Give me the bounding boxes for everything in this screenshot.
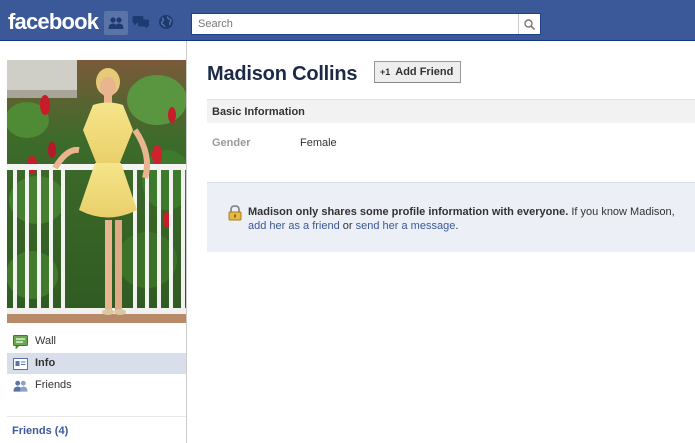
wall-icon xyxy=(13,334,28,349)
search-icon xyxy=(524,18,535,30)
send-message-link[interactable]: send her a message xyxy=(356,220,456,232)
profile-name: Madison Collins xyxy=(207,63,358,85)
sidebar-item-label: Info xyxy=(35,357,56,369)
gender-value: Female xyxy=(300,137,337,149)
search-button[interactable] xyxy=(518,14,540,34)
divider xyxy=(7,416,186,417)
lock-icon xyxy=(227,205,243,221)
privacy-notice: Madison only shares some profile informa… xyxy=(207,182,695,252)
search-input[interactable] xyxy=(192,14,512,34)
add-friend-label: Add Friend xyxy=(395,66,454,78)
search-box xyxy=(191,13,541,35)
gender-label: Gender xyxy=(212,137,251,149)
sidebar-item-info[interactable]: Info xyxy=(7,353,186,374)
section-header-basic-information: Basic Information xyxy=(207,99,695,123)
notice-text-before: If you know Madison, xyxy=(568,206,675,218)
notice-bold-text: Madison only shares some profile informa… xyxy=(248,206,569,218)
top-bar: facebook xyxy=(0,0,695,41)
sidebar-item-label: Wall xyxy=(35,335,56,347)
friend-requests-icon[interactable] xyxy=(104,11,128,35)
friends-icon xyxy=(13,379,28,393)
info-icon xyxy=(13,357,28,371)
facebook-logo[interactable]: facebook xyxy=(8,9,99,35)
messages-icon[interactable] xyxy=(131,13,151,31)
notifications-globe-icon[interactable] xyxy=(156,13,176,31)
add-friend-button[interactable]: +1 Add Friend xyxy=(374,61,462,83)
sidebar-item-friends[interactable]: Friends xyxy=(7,375,186,396)
sidebar-item-wall[interactable]: Wall xyxy=(7,331,186,352)
notice-text-mid: or xyxy=(339,220,356,232)
profile-picture[interactable] xyxy=(7,60,186,323)
add-friend-icon: +1 xyxy=(380,67,391,77)
left-column: Wall Info Friends Friends (4) xyxy=(0,41,187,443)
privacy-notice-text: Madison only shares some profile informa… xyxy=(248,205,688,233)
friends-count-link[interactable]: Friends (4) xyxy=(12,425,68,437)
profile-nav: Wall Info Friends xyxy=(7,331,186,397)
info-row-gender: Gender Female xyxy=(212,137,692,149)
sidebar-item-label: Friends xyxy=(35,379,72,391)
notice-text-end: . xyxy=(455,220,459,232)
add-her-as-friend-link[interactable]: add her as a friend xyxy=(248,220,340,232)
